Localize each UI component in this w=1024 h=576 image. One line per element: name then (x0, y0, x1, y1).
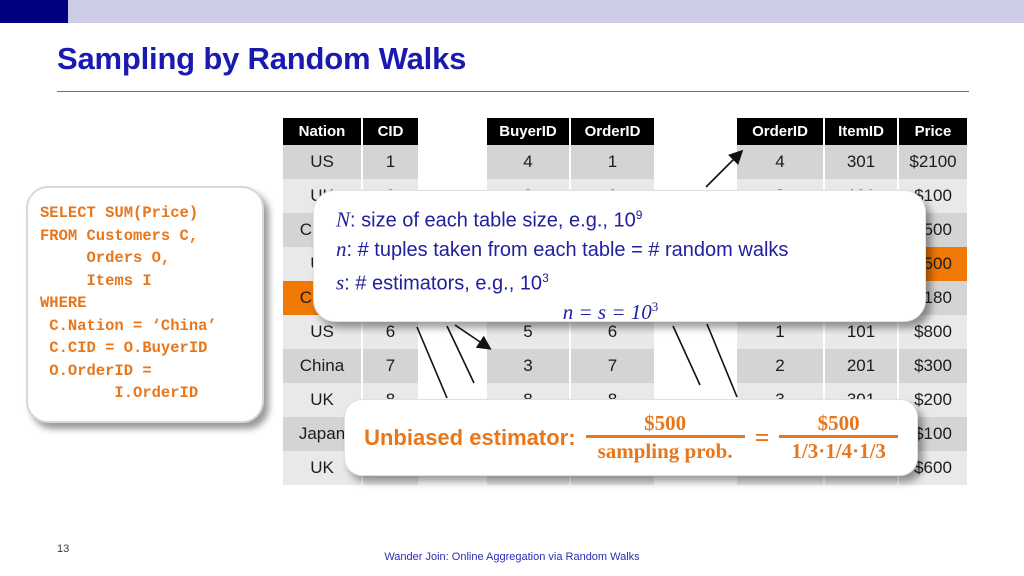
notation-line-n-text: : # tuples taken from each table = # ran… (346, 238, 789, 261)
table-row: US 1 (283, 145, 418, 179)
estimator-equals-sign: = (754, 422, 770, 452)
table-cell: 301 (825, 145, 897, 179)
col-header-nation: Nation (283, 118, 361, 145)
table-row: China 7 (283, 349, 418, 383)
notation-equation: n = s = 103 (336, 299, 925, 325)
table-cell: 7 (363, 349, 418, 383)
notation-equation-text: n = s = 10 (562, 300, 652, 325)
estimator-left-denominator: sampling prob. (597, 439, 733, 463)
table-row: 4 301 $2100 (737, 145, 967, 179)
estimator-right-numerator: $500 (817, 411, 860, 435)
sql-query-callout: SELECT SUM(Price) FROM Customers C, Orde… (26, 186, 264, 423)
notation-line-s-exponent: 3 (542, 270, 549, 285)
col-header-orderid: OrderID (571, 118, 654, 145)
table-cell: 4 (737, 145, 823, 179)
symbol-s: s (336, 270, 345, 295)
table-row: 2 201 $300 (737, 349, 967, 383)
orders-table-header-row: BuyerID OrderID (487, 118, 654, 145)
notation-equation-exponent: 3 (651, 299, 659, 315)
notation-line-N: N: size of each table size, e.g., 109 (336, 201, 925, 235)
unbiased-estimator-callout: Unbiased estimator: $500 sampling prob. … (344, 399, 918, 476)
col-header-orderid-items: OrderID (737, 118, 823, 145)
col-header-itemid: ItemID (825, 118, 897, 145)
table-cell: 3 (487, 349, 569, 383)
estimator-expression: Unbiased estimator: $500 sampling prob. … (364, 411, 898, 464)
col-header-buyerid: BuyerID (487, 118, 569, 145)
table-cell: China (283, 349, 361, 383)
sql-query-text: SELECT SUM(Price) FROM Customers C, Orde… (40, 204, 217, 402)
col-header-cid: CID (363, 118, 418, 145)
table-cell: US (283, 145, 361, 179)
symbol-N: N (336, 207, 351, 232)
notation-line-n: n: # tuples taken from each table = # ra… (336, 235, 925, 264)
table-cell: 2 (737, 349, 823, 383)
table-cell: 4 (487, 145, 569, 179)
col-header-price: Price (899, 118, 967, 145)
customers-table-header-row: Nation CID (283, 118, 418, 145)
estimator-right-denominator: 1/3·1/4·1/3 (791, 439, 886, 463)
table-row: 41 (487, 145, 654, 179)
estimator-fraction-left: $500 sampling prob. (585, 411, 745, 464)
estimator-label: Unbiased estimator: (364, 424, 576, 450)
notation-line-s: s: # estimators, e.g., 103 (336, 264, 925, 298)
items-table-header-row: OrderID ItemID Price (737, 118, 967, 145)
footer-title: Wander Join: Online Aggregation via Rand… (384, 551, 640, 563)
table-cell: 7 (571, 349, 654, 383)
notation-line-N-text: : size of each table size, e.g., 10 (350, 209, 636, 232)
estimator-fraction-right: $500 1/3·1/4·1/3 (779, 411, 898, 464)
table-cell: 201 (825, 349, 897, 383)
notation-callout: N: size of each table size, e.g., 109 n:… (313, 190, 926, 325)
table-cell: 1 (363, 145, 418, 179)
estimator-left-numerator: $500 (644, 411, 687, 435)
notation-line-s-text: : # estimators, e.g., 10 (344, 272, 543, 295)
table-cell: $300 (899, 349, 967, 383)
table-row: 37 (487, 349, 654, 383)
table-cell: 1 (571, 145, 654, 179)
table-cell: $2100 (899, 145, 967, 179)
symbol-n: n (336, 236, 347, 261)
notation-line-N-exponent: 9 (635, 208, 643, 222)
